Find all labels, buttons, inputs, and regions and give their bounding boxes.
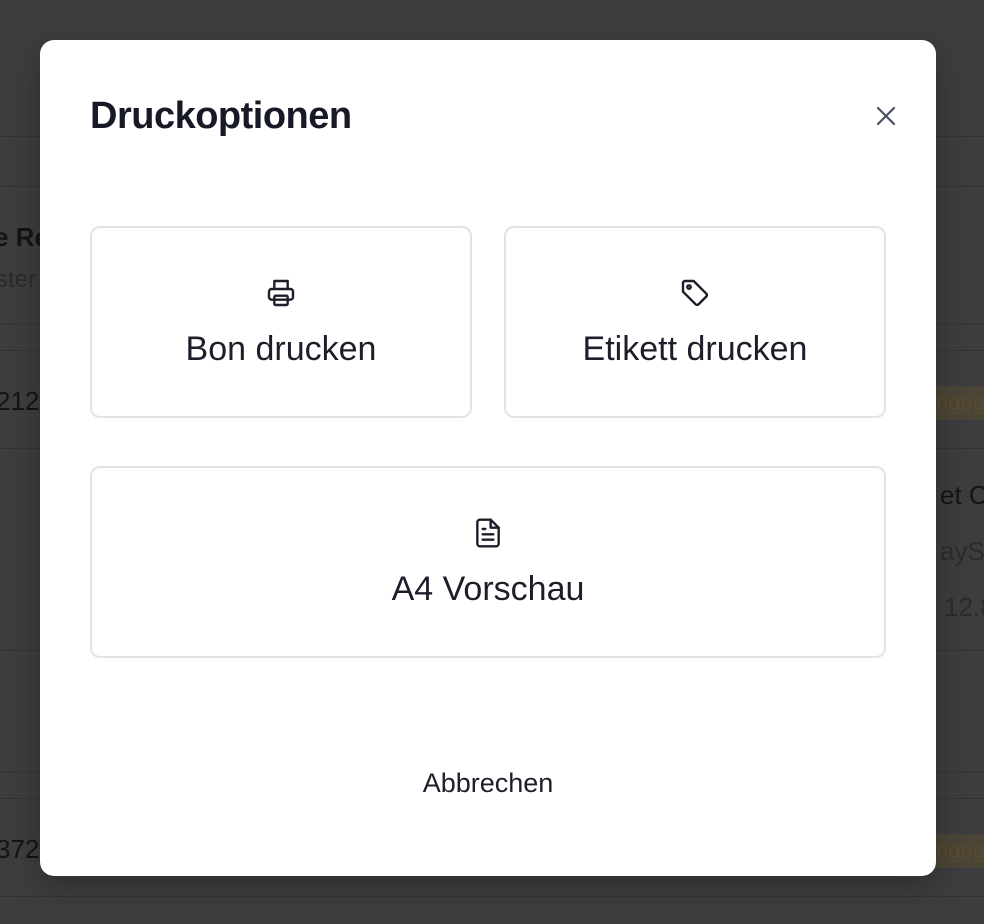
list-item-subtitle: ster xyxy=(0,266,37,293)
a4-preview-button[interactable]: A4 Vorschau xyxy=(90,466,886,658)
divider xyxy=(0,896,984,897)
print-receipt-button[interactable]: Bon drucken xyxy=(90,226,472,418)
option-label: Etikett drucken xyxy=(582,329,808,368)
tag-icon xyxy=(678,276,712,310)
close-icon xyxy=(875,105,897,132)
list-item-date: 12.8 xyxy=(944,592,984,622)
option-label: Bon drucken xyxy=(185,329,377,368)
printer-icon xyxy=(264,276,298,310)
list-item-id: 212 xyxy=(0,386,40,416)
document-icon xyxy=(471,516,505,550)
cancel-button[interactable]: Abbrechen xyxy=(388,755,588,811)
list-item-title: et C xyxy=(940,480,984,510)
list-item-id: 372 xyxy=(0,834,40,864)
close-button[interactable] xyxy=(866,98,906,138)
option-label: A4 Vorschau xyxy=(391,569,585,608)
list-item-subtitle: aySt xyxy=(940,536,984,566)
dialog-title: Druckoptionen xyxy=(90,95,352,137)
print-options-dialog: Druckoptionen Bon drucken Etikett drucke… xyxy=(40,40,936,876)
print-label-button[interactable]: Etikett drucken xyxy=(504,226,886,418)
